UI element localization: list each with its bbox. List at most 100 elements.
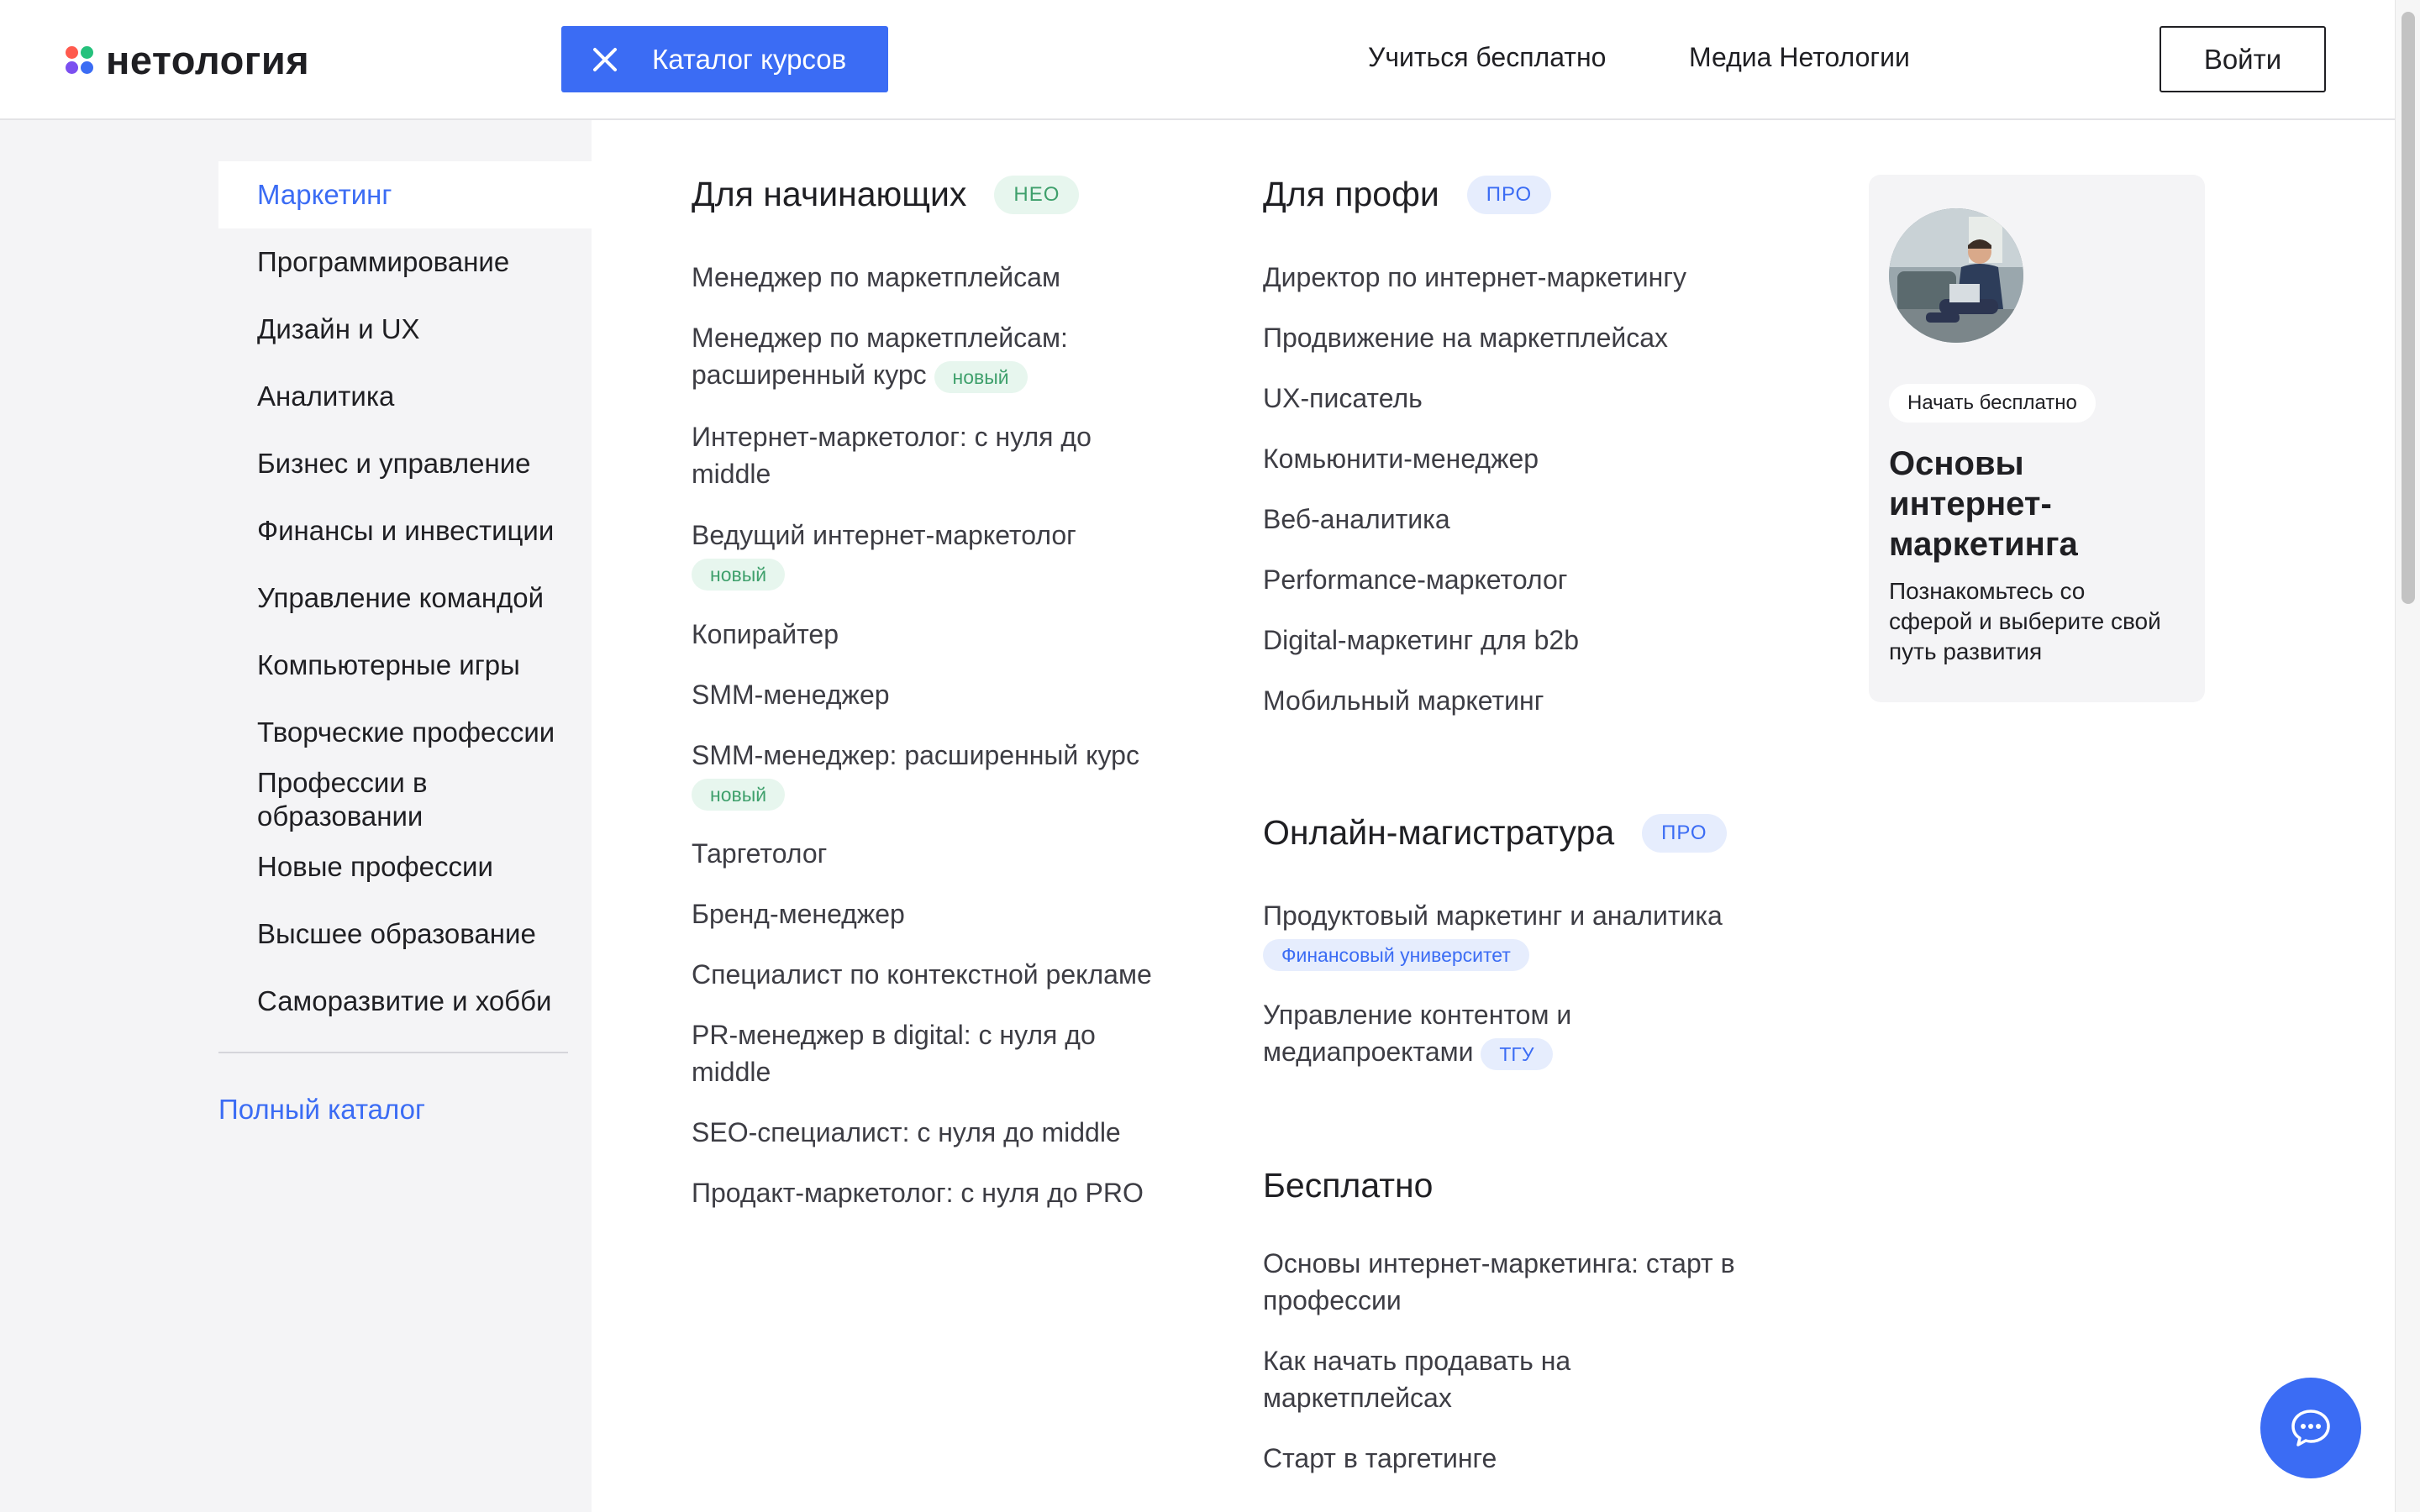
- catalog-button-label: Каталог курсов: [652, 43, 847, 75]
- sidebar-item-marketing[interactable]: Маркетинг: [218, 161, 592, 228]
- course-link[interactable]: Таргетолог: [692, 835, 1196, 872]
- course-link[interactable]: Продуктовый маркетинг и аналитика Финанс…: [1263, 897, 1767, 971]
- course-link[interactable]: Управление контентом и медиапроектами ТГ…: [1263, 996, 1641, 1070]
- course-label: UX-писатель: [1263, 383, 1423, 413]
- promo-description: Познакомьтесь со сферой и выберите свой …: [1889, 578, 2161, 664]
- sidebar-item-team[interactable]: Управление командой: [218, 564, 592, 632]
- pro-badge: ПРО: [1642, 813, 1727, 853]
- course-link[interactable]: Бренд-менеджер: [692, 895, 1196, 932]
- logo-text: нетология: [106, 38, 310, 82]
- course-link[interactable]: Специалист по контекстной рекламе: [692, 956, 1196, 993]
- course-label: Веб-аналитика: [1263, 504, 1450, 534]
- university-tag: Финансовый университет: [1263, 938, 1529, 971]
- course-label: Продуктовый маркетинг и аналитика: [1263, 900, 1723, 931]
- course-link[interactable]: Директор по интернет-маркетингу: [1263, 259, 1767, 296]
- course-label: Директор по интернет-маркетингу: [1263, 262, 1687, 292]
- free-title-text: Бесплатно: [1263, 1166, 1434, 1205]
- sidebar-item-education[interactable]: Профессии в образовании: [218, 766, 496, 833]
- course-label: Как начать продавать на маркетплейсах: [1263, 1346, 1571, 1413]
- course-link[interactable]: Веб-аналитика: [1263, 501, 1767, 538]
- course-link[interactable]: Продвижение на маркетплейсах: [1263, 319, 1767, 356]
- free-title: Бесплатно: [1263, 1166, 1433, 1205]
- course-link[interactable]: Performance-маркетолог: [1263, 561, 1767, 598]
- course-label: Digital-маркетинг для b2b: [1263, 625, 1579, 655]
- avatar: [1889, 208, 2023, 343]
- sidebar-item-design[interactable]: Дизайн и UX: [218, 296, 592, 363]
- course-link[interactable]: SMM-менеджер: расширенный курс новый: [692, 737, 1196, 811]
- masters-title-text: Онлайн-магистратура: [1263, 813, 1615, 852]
- sidebar-item-creative[interactable]: Творческие профессии: [218, 699, 592, 766]
- course-link[interactable]: Продакт-маркетолог: с нуля до PRO: [692, 1174, 1196, 1211]
- new-tag: новый: [692, 778, 786, 811]
- course-label: Интернет-маркетолог: с нуля до middle: [692, 422, 1092, 489]
- course-label: Таргетолог: [692, 838, 828, 869]
- sidebar-item-hobby[interactable]: Саморазвитие и хобби: [218, 968, 592, 1035]
- catalog-button[interactable]: Каталог курсов: [561, 26, 888, 92]
- media-link[interactable]: Медиа Нетологии: [1689, 42, 1910, 73]
- new-tag: новый: [692, 558, 786, 591]
- start-free-pill: Начать бесплатно: [1889, 384, 2096, 423]
- site-header: нетология Каталог курсов Учиться бесплат…: [0, 0, 2395, 120]
- course-label: Старт в таргетинге: [1263, 1443, 1497, 1473]
- course-label: Мобильный маркетинг: [1263, 685, 1544, 716]
- logo[interactable]: нетология: [66, 37, 309, 83]
- course-link[interactable]: Копирайтер: [692, 616, 1196, 653]
- pros-title-text: Для профи: [1263, 175, 1439, 213]
- sidebar-item-business[interactable]: Бизнес и управление: [218, 430, 592, 497]
- course-label: Менеджер по маркетплейсам: [692, 262, 1060, 292]
- full-catalog-link[interactable]: Полный каталог: [218, 1094, 425, 1126]
- course-label: Продакт-маркетолог: с нуля до PRO: [692, 1178, 1144, 1208]
- promo-card[interactable]: Начать бесплатно Основы интернет-маркети…: [1869, 175, 2205, 702]
- course-label: SEO-специалист: с нуля до middle: [692, 1117, 1121, 1147]
- sidebar-item-higher-ed[interactable]: Высшее образование: [218, 900, 592, 968]
- course-label: Основы интернет-маркетинга: старт в проф…: [1263, 1248, 1735, 1315]
- sidebar-item-analytics[interactable]: Аналитика: [218, 363, 592, 430]
- course-label: Бренд-менеджер: [692, 899, 905, 929]
- course-link[interactable]: Мобильный маркетинг: [1263, 682, 1767, 719]
- course-link[interactable]: Как начать продавать на маркетплейсах: [1263, 1342, 1641, 1416]
- course-label: PR-менеджер в digital: с нуля до middle: [692, 1020, 1096, 1087]
- course-link[interactable]: SMM-менеджер: [692, 676, 1196, 713]
- course-label: SMM-менеджер: расширенный курс: [692, 740, 1139, 770]
- chat-button[interactable]: [2260, 1378, 2361, 1478]
- scrollbar-thumb[interactable]: [2402, 12, 2415, 604]
- course-link[interactable]: Менеджер по маркетплейсам: расширенный к…: [692, 319, 1162, 393]
- course-link[interactable]: SEO-специалист: с нуля до middle: [692, 1114, 1196, 1151]
- course-link[interactable]: Старт в таргетинге: [1263, 1440, 1767, 1477]
- login-button-label: Войти: [2203, 43, 2282, 75]
- course-label: Копирайтер: [692, 619, 839, 649]
- course-link[interactable]: Ведущий интернет-маркетолог новый: [692, 517, 1162, 591]
- course-link[interactable]: Интернет-маркетолог: с нуля до middle: [692, 418, 1162, 492]
- neo-badge: НЕО: [994, 175, 1080, 214]
- pros-title: Для профи ПРО: [1263, 175, 1552, 214]
- learn-free-link[interactable]: Учиться бесплатно: [1368, 42, 1606, 73]
- promo-title: Основы интернет-маркетинга: [1889, 445, 2078, 563]
- course-link[interactable]: Комьюнити-менеджер: [1263, 440, 1767, 477]
- beginners-title: Для начинающих НЕО: [692, 175, 1080, 214]
- course-label: Ведущий интернет-маркетолог: [692, 520, 1076, 550]
- pro-badge: ПРО: [1466, 175, 1552, 214]
- login-button[interactable]: Войти: [2160, 26, 2326, 92]
- course-link[interactable]: Основы интернет-маркетинга: старт в проф…: [1263, 1245, 1784, 1319]
- masters-title: Онлайн-магистратура ПРО: [1263, 813, 1727, 853]
- sidebar-item-finance[interactable]: Финансы и инвестиции: [218, 497, 592, 564]
- new-tag: новый: [934, 360, 1028, 393]
- course-link[interactable]: UX-писатель: [1263, 380, 1767, 417]
- course-link[interactable]: Менеджер по маркетплейсам: [692, 259, 1196, 296]
- close-icon: [592, 46, 618, 73]
- beginners-title-text: Для начинающих: [692, 175, 967, 213]
- university-tag: ТГУ: [1481, 1037, 1553, 1070]
- course-label: Продвижение на маркетплейсах: [1263, 323, 1669, 353]
- course-link[interactable]: Digital-маркетинг для b2b: [1263, 622, 1767, 659]
- course-label: Комьюнити-менеджер: [1263, 444, 1539, 474]
- course-label: Специалист по контекстной рекламе: [692, 959, 1152, 990]
- sidebar-divider: [218, 1052, 568, 1053]
- sidebar-item-new[interactable]: Новые профессии: [218, 833, 592, 900]
- logo-mark-icon: [66, 45, 94, 75]
- sidebar-item-programming[interactable]: Программирование: [218, 228, 592, 296]
- chat-icon: [2291, 1410, 2330, 1446]
- course-label: Performance-маркетолог: [1263, 564, 1568, 595]
- course-link[interactable]: PR-менеджер в digital: с нуля до middle: [692, 1016, 1162, 1090]
- sidebar-item-games[interactable]: Компьютерные игры: [218, 632, 592, 699]
- course-label: SMM-менеджер: [692, 680, 890, 710]
